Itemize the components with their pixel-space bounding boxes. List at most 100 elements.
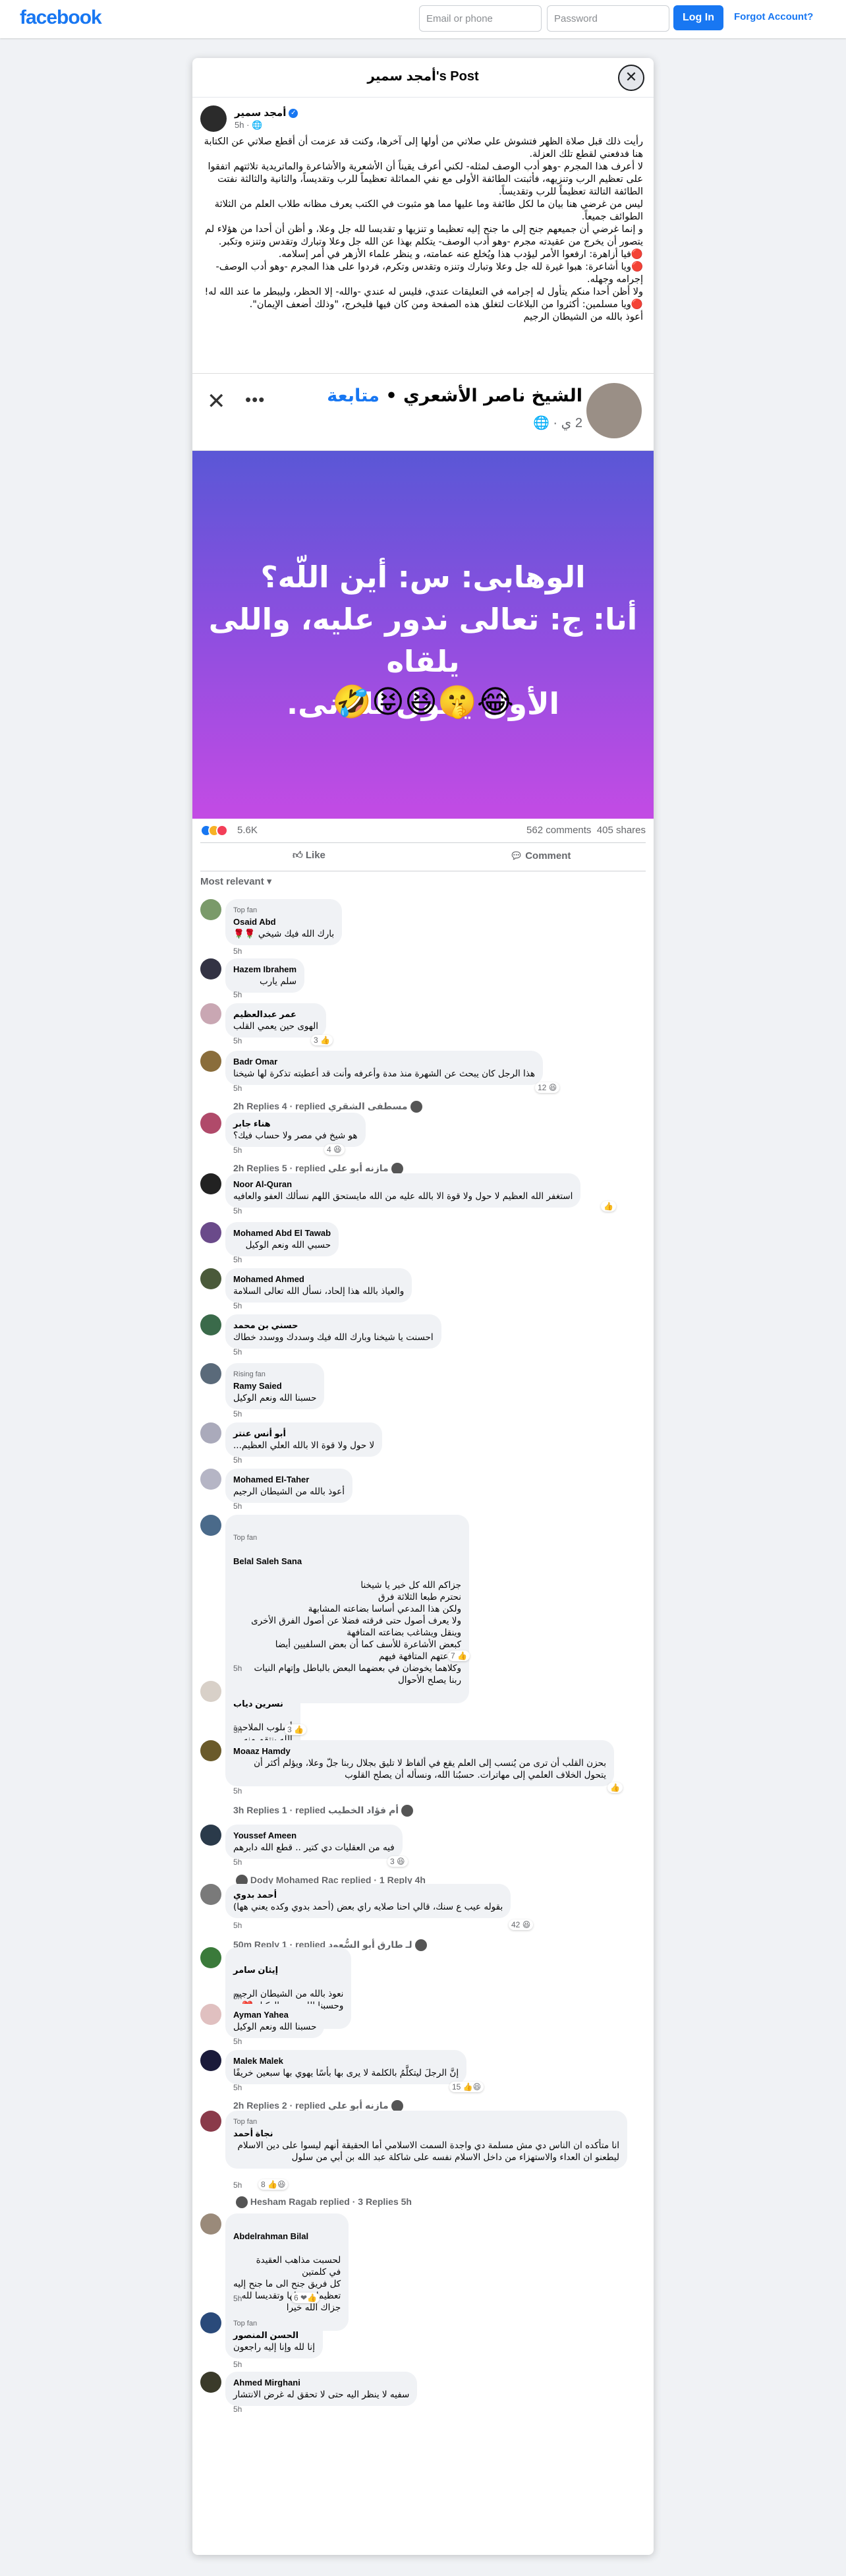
- login-button[interactable]: Log In: [673, 5, 723, 30]
- forgot-account-link[interactable]: Forgot Account?: [734, 11, 813, 22]
- commenter-avatar[interactable]: [200, 1222, 221, 1243]
- comment-time[interactable]: 5h: [233, 1409, 242, 1419]
- commenter-avatar[interactable]: [200, 1051, 221, 1072]
- commenter-name[interactable]: Noor Al-Quran: [233, 1179, 573, 1190]
- commenter-name[interactable]: نسرين دياب: [233, 1698, 293, 1710]
- comment-time[interactable]: 5h: [233, 2083, 242, 2092]
- commenter-name[interactable]: Ramy Saied: [233, 1380, 316, 1392]
- comment-reactions[interactable]: 👍: [607, 1782, 623, 1793]
- facebook-logo[interactable]: facebook: [20, 7, 102, 29]
- comment-time[interactable]: 5h: [233, 1992, 242, 2001]
- email-input[interactable]: [419, 5, 542, 32]
- commenter-name[interactable]: Malek Malek: [233, 2055, 459, 2067]
- reaction-icons[interactable]: [200, 825, 228, 837]
- comment-reactions[interactable]: 👍: [601, 1201, 616, 1212]
- comment-reactions[interactable]: 6 ❤👍: [291, 2293, 320, 2303]
- comment-reactions[interactable]: 42 😆: [509, 1919, 534, 1930]
- view-replies[interactable]: 2h Replies 4 · replied مسطفى الشقري: [233, 1101, 422, 1113]
- commenter-avatar[interactable]: [200, 1681, 221, 1702]
- comment-reactions[interactable]: 15 👍😆: [449, 2082, 484, 2092]
- post-time[interactable]: 5h: [235, 120, 244, 130]
- commenter-name[interactable]: الحسن المنصور: [233, 2329, 315, 2341]
- commenter-avatar[interactable]: [200, 1113, 221, 1134]
- commenter-name[interactable]: Moaaz Hamdy: [233, 1745, 606, 1757]
- commenter-name[interactable]: Mohamed El-Taher: [233, 1474, 345, 1486]
- commenter-avatar[interactable]: [200, 1825, 221, 1846]
- commenter-name[interactable]: Mohamed Abd El Tawab: [233, 1227, 331, 1239]
- commenter-name[interactable]: Osaid Abd: [233, 916, 334, 928]
- commenter-avatar[interactable]: [200, 899, 221, 920]
- comment-time[interactable]: 5h: [233, 1036, 242, 1045]
- comment-reactions[interactable]: 7 👍: [448, 1651, 470, 1661]
- commenter-name[interactable]: Abdelrahman Bilal: [233, 2231, 341, 2242]
- commenter-avatar[interactable]: [200, 2050, 221, 2071]
- comment-time[interactable]: 5h: [233, 2294, 242, 2303]
- comment-time[interactable]: 5h: [233, 2037, 242, 2046]
- commenter-name[interactable]: نجاة أحمد: [233, 2128, 619, 2140]
- comment-time[interactable]: 5h: [233, 1786, 242, 1796]
- comment-time[interactable]: 5h: [233, 1858, 242, 1867]
- commenter-name[interactable]: Ahmed Mirghani: [233, 2377, 409, 2389]
- commenter-avatar[interactable]: [200, 2004, 221, 2025]
- comment-reactions[interactable]: 3 👍: [311, 1035, 333, 1045]
- reaction-count[interactable]: 5.6K: [237, 825, 258, 836]
- comment-time[interactable]: 5h: [233, 1206, 242, 1215]
- commenter-name[interactable]: Hazem Ibrahem: [233, 964, 296, 976]
- shares-count[interactable]: 405 shares: [597, 825, 646, 836]
- comment-reactions[interactable]: 12 😆: [535, 1082, 560, 1093]
- commenter-name[interactable]: Youssef Ameen: [233, 1830, 395, 1842]
- commenter-avatar[interactable]: [200, 958, 221, 980]
- comment-reactions[interactable]: 3 😆: [387, 1856, 408, 1867]
- password-input[interactable]: [547, 5, 669, 32]
- comment-time[interactable]: 5h: [233, 2405, 242, 2414]
- view-replies[interactable]: Hesham Ragab replied · 3 Replies 5h: [233, 2196, 412, 2209]
- commenter-avatar[interactable]: [200, 2213, 221, 2235]
- like-button[interactable]: 👍︎ Like: [293, 850, 325, 862]
- comment-time[interactable]: 5h: [233, 947, 242, 956]
- commenter-name[interactable]: Belal Saleh Sana: [233, 1556, 461, 1567]
- commenter-name[interactable]: أبو أنس عنتر: [233, 1428, 374, 1440]
- comment-reactions[interactable]: 4 😆: [324, 1144, 345, 1155]
- commenter-avatar[interactable]: [200, 2372, 221, 2393]
- comment-reactions[interactable]: 8 👍😆: [258, 2179, 289, 2190]
- comment-time[interactable]: 5h: [233, 1664, 242, 1673]
- comment-time[interactable]: 5h: [233, 1084, 242, 1093]
- commenter-avatar[interactable]: [200, 2111, 221, 2132]
- comment-time[interactable]: 5h: [233, 1502, 242, 1511]
- commenter-name[interactable]: حسني بن محمد: [233, 1320, 434, 1332]
- commenter-name[interactable]: Ayman Yahea: [233, 2009, 316, 2021]
- commenter-avatar[interactable]: [200, 2312, 221, 2333]
- commenter-name[interactable]: أحمد بدوي: [233, 1889, 503, 1901]
- commenter-name[interactable]: هناء جابر: [233, 1118, 358, 1130]
- commenter-avatar[interactable]: [200, 1947, 221, 1968]
- comment-time[interactable]: 5h: [233, 1455, 242, 1465]
- commenter-avatar[interactable]: [200, 1884, 221, 1905]
- comment-time[interactable]: 5h: [233, 990, 242, 999]
- commenter-name[interactable]: إيثان سامر: [233, 1964, 343, 1976]
- author-avatar[interactable]: [200, 105, 227, 132]
- commenter-avatar[interactable]: [200, 1740, 221, 1761]
- commenter-avatar[interactable]: [200, 1314, 221, 1335]
- comments-count[interactable]: 562 comments: [526, 825, 591, 836]
- comment-button[interactable]: 💬︎ Comment: [510, 850, 571, 862]
- view-replies[interactable]: 3h Replies 1 · replied أم فؤاد الخطيب: [233, 1805, 414, 1817]
- comment-time[interactable]: 5h: [233, 2181, 242, 2190]
- commenter-name[interactable]: عمر عبدالعظيم: [233, 1009, 318, 1020]
- comment-reactions[interactable]: 3 👍: [285, 1724, 306, 1735]
- comment-time[interactable]: 5h: [233, 1146, 242, 1155]
- comment-time[interactable]: 5h: [233, 1301, 242, 1310]
- comment-time[interactable]: 5h: [233, 1726, 242, 1735]
- commenter-name[interactable]: Badr Omar: [233, 1056, 535, 1068]
- commenter-name[interactable]: Mohamed Ahmed: [233, 1273, 404, 1285]
- comment-time[interactable]: 5h: [233, 1347, 242, 1357]
- commenter-avatar[interactable]: [200, 1003, 221, 1024]
- close-icon[interactable]: ✕: [618, 65, 644, 91]
- comment-sort-dropdown[interactable]: Most relevant ▾: [200, 875, 271, 887]
- commenter-avatar[interactable]: [200, 1422, 221, 1444]
- commenter-avatar[interactable]: [200, 1268, 221, 1289]
- commenter-avatar[interactable]: [200, 1173, 221, 1194]
- author-name[interactable]: أمجد سمير ✓: [235, 107, 298, 119]
- commenter-avatar[interactable]: [200, 1469, 221, 1490]
- comment-time[interactable]: 5h: [233, 1255, 242, 1264]
- commenter-avatar[interactable]: [200, 1515, 221, 1536]
